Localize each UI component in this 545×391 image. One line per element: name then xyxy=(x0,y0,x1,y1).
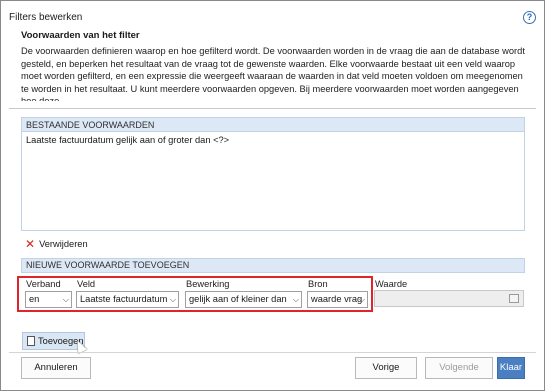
new-condition-header: NIEUWE VOORWAARDE TOEVOEGEN xyxy=(21,258,525,273)
verband-select[interactable]: en ⌵ xyxy=(25,291,72,308)
waarde-input[interactable] xyxy=(374,290,524,307)
existing-conditions-panel: BESTAANDE VOORWAARDEN Laatste factuurdat… xyxy=(21,117,525,231)
chevron-down-icon: ⌵ xyxy=(169,295,176,304)
window-title: Filters bewerken xyxy=(9,12,83,23)
previous-button[interactable]: Vorige xyxy=(355,357,417,379)
calendar-icon[interactable] xyxy=(509,294,519,303)
veld-value: Laatste factuurdatum xyxy=(80,294,168,304)
divider xyxy=(9,352,536,353)
document-icon xyxy=(27,336,35,346)
verband-label: Verband xyxy=(26,279,61,289)
close-icon: ✕ xyxy=(25,237,36,251)
existing-conditions-header: BESTAANDE VOORWAARDEN xyxy=(22,118,524,132)
chevron-down-icon: ⌵ xyxy=(292,295,299,304)
chevron-down-icon: ⌵ xyxy=(358,295,365,304)
delete-label: Verwijderen xyxy=(39,239,88,249)
bewerking-select[interactable]: gelijk aan of kleiner dan ⌵ xyxy=(185,291,302,308)
veld-select[interactable]: Laatste factuurdatum ⌵ xyxy=(76,291,179,308)
bewerking-value: gelijk aan of kleiner dan xyxy=(189,294,287,304)
section-heading: Voorwaarden van het filter xyxy=(21,30,140,41)
help-icon[interactable]: ? xyxy=(523,11,536,24)
next-button[interactable]: Volgende xyxy=(425,357,493,379)
veld-label: Veld xyxy=(77,279,96,289)
chevron-down-icon: ⌵ xyxy=(62,295,69,304)
bron-label: Bron xyxy=(308,279,328,289)
bron-select[interactable]: waarde vrag ⌵ xyxy=(307,291,368,308)
finish-button[interactable]: Klaar xyxy=(497,357,525,379)
verband-value: en xyxy=(29,294,40,304)
cancel-button[interactable]: Annuleren xyxy=(21,357,91,379)
waarde-label: Waarde xyxy=(375,279,408,289)
list-item[interactable]: Laatste factuurdatum gelijk aan of grote… xyxy=(22,132,524,148)
delete-button[interactable]: ✕ Verwijderen xyxy=(25,237,88,251)
dialog-window: Filters bewerken ? Voorwaarden van het f… xyxy=(0,0,545,391)
bewerking-label: Bewerking xyxy=(186,279,230,289)
divider xyxy=(9,108,536,109)
description-text: De voorwaarden definieren waarop en hoe … xyxy=(21,46,525,101)
bron-value: waarde vrag xyxy=(311,294,363,304)
